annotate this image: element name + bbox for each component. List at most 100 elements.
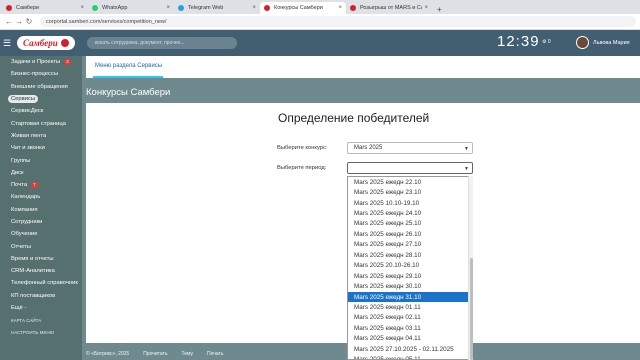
dropdown-option[interactable]: Mars 2025 ежедн 27.10: [348, 240, 468, 250]
sidebar-item[interactable]: Задачи и Проекты 2: [0, 56, 82, 68]
sidebar-item-label: Диск: [11, 169, 24, 176]
sidebar-item-label: Сервисы: [8, 95, 39, 104]
browser-tab[interactable]: WhatsApp ×: [88, 2, 174, 14]
browser-tab[interactable]: Розыгрыш от MARS и Самбе×: [346, 2, 432, 14]
close-icon[interactable]: ×: [338, 5, 342, 11]
dropdown-option[interactable]: Mars 2025 20.10-26.10: [348, 261, 468, 271]
copyright: © «Битрикс», 2025: [86, 351, 130, 357]
dropdown-option[interactable]: Mars 2025 10.10-19.10: [348, 198, 468, 208]
close-icon[interactable]: ×: [166, 5, 170, 11]
forward-icon[interactable]: →: [14, 17, 24, 26]
back-icon[interactable]: ←: [4, 17, 14, 26]
logo[interactable]: Самбери: [17, 36, 75, 50]
close-icon[interactable]: ×: [252, 5, 256, 11]
sitemap-link[interactable]: КАРТА САЙТА: [0, 314, 82, 326]
form-heading: Определение победителей: [278, 111, 430, 125]
sidebar-item[interactable]: Диск: [0, 167, 82, 179]
logo-text: Самбери: [23, 38, 58, 48]
tab-label: Розыгрыш от MARS и Самбе: [360, 5, 423, 11]
browser-tab[interactable]: Конкурсы Самбери ×: [260, 2, 346, 14]
footer-link[interactable]: Печать: [207, 351, 223, 357]
sidebar-item-label: Телефонный справочник: [11, 280, 78, 287]
period-select[interactable]: ▼: [347, 162, 473, 174]
clock: 12:39: [497, 33, 540, 50]
sidebar-item[interactable]: Отчеты: [0, 240, 82, 252]
sidebar-item[interactable]: Чат и звонки: [0, 142, 82, 154]
dropdown-option[interactable]: Mars 2025 ежедн 28.10: [348, 250, 468, 260]
avatar[interactable]: [576, 36, 589, 49]
search-input[interactable]: искать сотрудника, документ, прочее...: [86, 37, 237, 49]
sidebar-item[interactable]: КП поставщиков: [0, 290, 82, 302]
sidebar-item[interactable]: CRM-Аналитика: [0, 265, 82, 277]
dropdown-option[interactable]: Mars 2025 ежедн 31.10: [348, 291, 468, 303]
contest-select[interactable]: Mars 2025 ▼: [347, 142, 473, 154]
dropdown-option[interactable]: Mars 2025 ежедн 04.11: [348, 334, 468, 344]
user-name[interactable]: Львова Мария: [593, 40, 630, 46]
browser-tab[interactable]: Самбери ×: [2, 2, 88, 14]
sidebar-item-label: Живая лента: [11, 132, 47, 139]
sidebar-item-label: CRM-Аналитика: [11, 268, 55, 275]
sidebar-item-label: Обучение: [11, 231, 38, 238]
sidebar-item[interactable]: Бизнес-процессы: [0, 68, 82, 80]
configure-menu-link[interactable]: НАСТРОИТЬ МЕНЮ: [0, 326, 82, 338]
clock-extra: ⚙ 0: [542, 39, 551, 45]
sidebar-item[interactable]: Ещё -: [0, 302, 82, 314]
new-tab-button[interactable]: +: [432, 5, 447, 14]
reload-icon[interactable]: ↻: [24, 17, 34, 26]
sidebar-item[interactable]: Живая лента: [0, 130, 82, 142]
dropdown-option[interactable]: Mars 2025 27.10.2025 - 02.11.2025: [348, 344, 468, 354]
sidebar-item[interactable]: Группы: [0, 154, 82, 166]
counter-badge: 2: [64, 59, 71, 66]
tab-label: WhatsApp: [102, 5, 128, 11]
dropdown-option[interactable]: Mars 2025 ежедн 24.10: [348, 208, 468, 218]
dropdown-option[interactable]: Mars 2025 ежедн 30.10: [348, 281, 468, 291]
sidebar-item-label: Бизнес-процессы: [11, 71, 58, 78]
sidebar-item[interactable]: Сервисы: [0, 93, 82, 105]
sidebar-item[interactable]: Обучение: [0, 228, 82, 240]
services-menu-link[interactable]: Меню раздела Сервисы: [95, 63, 162, 69]
sidebar-item[interactable]: Стартовая страница: [0, 117, 82, 129]
sidebar-item[interactable]: Календарь: [0, 191, 82, 203]
sidebar-item-label: Внешние обращения: [11, 83, 68, 90]
sidebar-item[interactable]: Сотрудники: [0, 216, 82, 228]
page-title: Конкурсы Самбери: [86, 87, 171, 98]
sidebar-item[interactable]: Компания: [0, 204, 82, 216]
sidebar-item-label: СервисДеск: [11, 108, 44, 115]
menu-icon[interactable]: ☰: [3, 38, 13, 49]
period-dropdown-list[interactable]: Mars 2025 ежедн 22.10 Mars 2025 ежедн 23.…: [347, 176, 469, 360]
footer: © «Битрикс», 2025 Прочитать Тему Печать: [86, 351, 223, 357]
tab-favicon-icon: [264, 5, 270, 11]
dropdown-option[interactable]: Mars 2025 ежедн 29.10: [348, 271, 468, 281]
footer-link[interactable]: Прочитать: [143, 351, 167, 357]
chevron-down-icon: ▼: [464, 146, 469, 152]
dropdown-option[interactable]: Mars 2025 ежедн 26.10: [348, 229, 468, 239]
dropdown-option[interactable]: Mars 2025 ежедн 02.11: [348, 313, 468, 323]
url-field[interactable]: corportal.samberi.com/services/competiti…: [40, 16, 636, 27]
sidebar-item-label: Сотрудники: [11, 219, 43, 225]
browser-tab-strip: Самбери × WhatsApp × Telegram Web × Конкурсы С…: [0, 0, 640, 14]
dropdown-option[interactable]: Mars 2025 ежедн 23.10: [348, 187, 468, 197]
close-icon[interactable]: ×: [424, 5, 428, 11]
sidebar-item-label: Отчеты: [11, 243, 32, 250]
sidebar-item[interactable]: СервисДеск: [0, 105, 82, 117]
dropdown-option[interactable]: Mars 2025 ежедн 01.11: [348, 302, 468, 312]
address-bar: ← → ↻ corportal.samberi.com/services/com…: [0, 14, 640, 30]
sidebar-item[interactable]: Почта 7: [0, 179, 82, 191]
dropdown-option[interactable]: Mars 2025 ежедн 03.11: [348, 323, 468, 333]
close-icon[interactable]: ×: [80, 5, 84, 11]
sidebar-item[interactable]: Время и отчеты: [0, 253, 82, 265]
sidebar-item[interactable]: Внешние обращения: [0, 81, 82, 93]
dropdown-scrollbar[interactable]: [468, 176, 473, 360]
browser-tab[interactable]: Telegram Web ×: [174, 2, 260, 14]
dropdown-scroll-thumb[interactable]: [469, 258, 473, 360]
sidebar-item-label: Стартовая страница: [11, 120, 66, 127]
sidebar-item[interactable]: Телефонный справочник: [0, 277, 82, 289]
dropdown-option[interactable]: Mars 2025 ежедн 22.10: [348, 177, 468, 187]
contest-label: Выберите конкурс:: [277, 145, 328, 151]
dropdown-option[interactable]: Mars 2025 ежедн 05.11: [348, 354, 468, 359]
sidebar-item-label: Ещё -: [11, 305, 27, 312]
footer-link[interactable]: Тему: [181, 351, 193, 357]
dropdown-option[interactable]: Mars 2025 ежедн 25.10: [348, 219, 468, 229]
sidebar-item-label: Задачи и Проекты: [11, 59, 61, 66]
period-label: Выберите период:: [277, 165, 327, 171]
